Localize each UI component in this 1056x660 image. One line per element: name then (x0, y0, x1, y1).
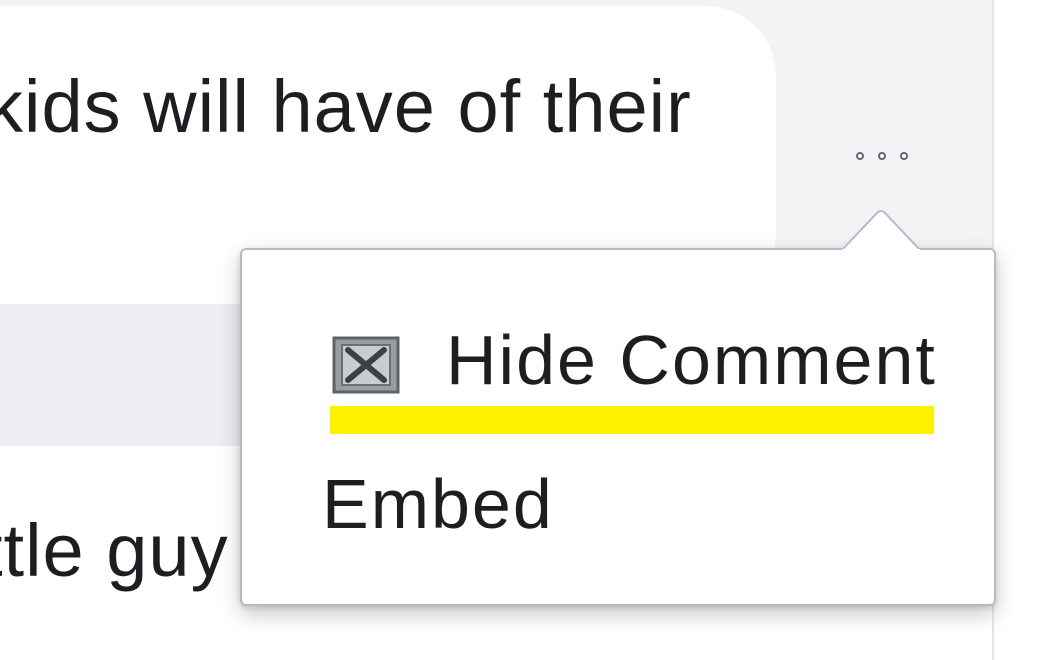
menu-item-label: Hide Comment (446, 321, 937, 399)
popover-caret (842, 208, 920, 252)
comment-text: ttle guy (0, 509, 229, 592)
comment-options-menu: Hide Comment Embed (240, 248, 996, 606)
more-horizontal-icon (856, 152, 864, 160)
more-horizontal-icon (878, 152, 886, 160)
more-horizontal-icon (900, 152, 908, 160)
right-panel (992, 0, 1056, 660)
more-options-button[interactable] (842, 142, 922, 170)
comment-text: kids will have of their (0, 65, 692, 148)
hide-comment-icon (332, 336, 400, 394)
comment-thread: kids will have of their ttle guy Hide Co… (0, 0, 1056, 660)
highlight-bar (330, 406, 934, 434)
menu-item-label: Embed (322, 465, 554, 543)
hide-comment-menu-item[interactable]: Hide Comment (242, 320, 994, 440)
embed-menu-item[interactable]: Embed (242, 464, 994, 554)
